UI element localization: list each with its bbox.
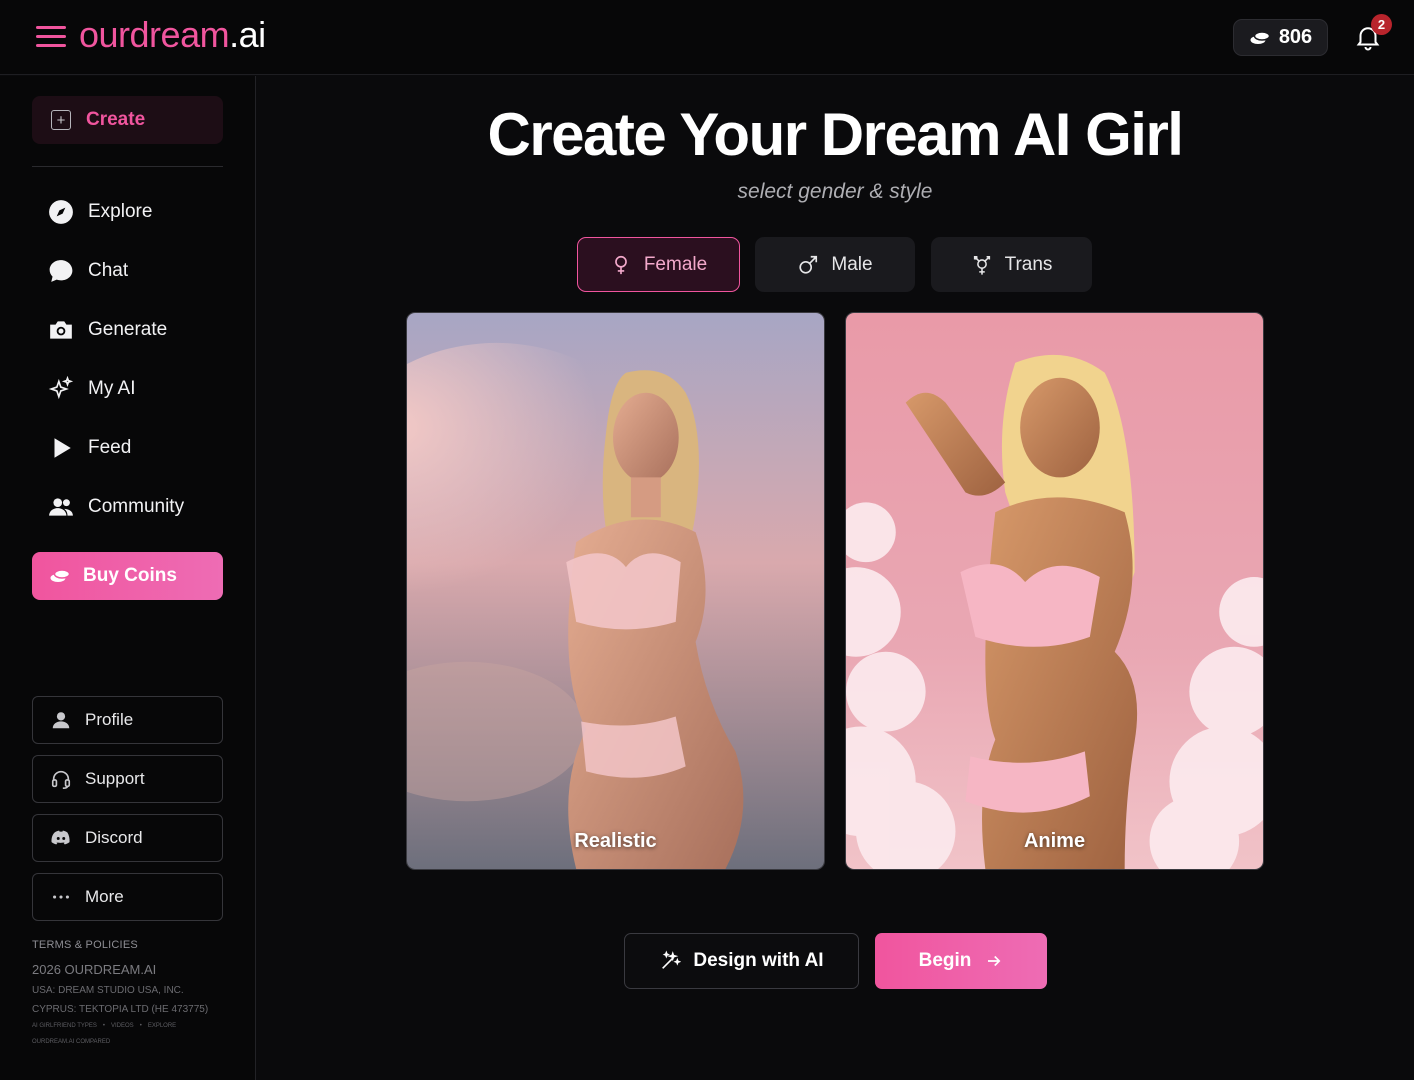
gender-option-male[interactable]: Male [755, 237, 915, 292]
support-label: Support [85, 769, 145, 788]
footer-links: AI GIRLFRIEND TYPES • VIDEOS • EXPLORE [32, 1023, 176, 1029]
usa-company-text: USA: DREAM STUDIO USA, INC. [32, 985, 184, 996]
arrow-right-icon [988, 955, 1001, 967]
compass-icon [49, 200, 73, 224]
sidebar-item-my-ai[interactable]: My AI [48, 373, 238, 405]
gender-option-trans[interactable]: Trans [931, 237, 1092, 292]
footer-link-videos[interactable]: VIDEOS [111, 1023, 134, 1029]
camera-icon [50, 321, 72, 339]
discord-label: Discord [85, 828, 143, 847]
profile-label: Profile [85, 710, 134, 729]
sidebar-item-chat[interactable]: Chat [48, 255, 238, 287]
coins-icon [1250, 30, 1271, 44]
sparkles-icon [48, 376, 74, 400]
sidebar-item-generate[interactable]: Generate [48, 314, 238, 346]
chat-bubble-icon [49, 260, 73, 282]
sidebar-item-label: Chat [88, 260, 129, 281]
style-card-realistic[interactable]: Realistic [406, 312, 825, 870]
terms-link[interactable]: TERMS & POLICIES [32, 939, 138, 951]
logo[interactable]: ourdream.ai [79, 14, 266, 56]
divider [32, 166, 223, 167]
footer-link-compared[interactable]: OURDREAM.AI COMPARED [32, 1039, 110, 1045]
sidebar-item-label: Explore [88, 201, 153, 222]
create-button[interactable]: + Create [32, 96, 223, 144]
play-icon [54, 438, 71, 458]
gender-label: Male [831, 253, 873, 275]
footer-separator: • [139, 1023, 142, 1029]
coin-balance-button[interactable]: 806 [1233, 19, 1328, 56]
user-icon [52, 712, 70, 729]
create-label: Create [86, 109, 146, 130]
hamburger-menu-icon[interactable] [36, 26, 66, 48]
sidebar-item-community[interactable]: Community [48, 491, 238, 523]
footer-link-explore[interactable]: EXPLORE [148, 1023, 176, 1029]
page-title: Create Your Dream AI Girl [487, 101, 1184, 168]
logo-suffix: .ai [229, 14, 266, 55]
more-link[interactable]: More [32, 873, 223, 921]
gender-label: Female [643, 253, 708, 275]
discord-icon [51, 830, 70, 845]
logo-text: ourdream [79, 14, 230, 55]
style-label: Anime [1023, 830, 1086, 852]
begin-button[interactable]: Begin [875, 933, 1047, 989]
style-card-anime[interactable]: Anime [845, 312, 1264, 870]
female-symbol-icon [614, 255, 627, 274]
discord-link[interactable]: Discord [32, 814, 223, 862]
sidebar-item-explore[interactable]: Explore [48, 196, 238, 228]
realistic-preview-image [407, 313, 824, 869]
support-link[interactable]: Support [32, 755, 223, 803]
design-with-ai-label: Design with AI [693, 950, 824, 971]
begin-label: Begin [918, 950, 972, 971]
male-symbol-icon [799, 255, 818, 274]
style-label: Realistic [574, 830, 657, 852]
sidebar-item-feed[interactable]: Feed [48, 432, 238, 464]
footer-link-girlfriend-types[interactable]: AI GIRLFRIEND TYPES [32, 1023, 97, 1029]
users-icon [49, 498, 73, 516]
gender-label: Trans [1004, 253, 1053, 275]
more-dots-icon [53, 895, 69, 899]
top-bar: ourdream.ai 806 2 [0, 0, 1414, 75]
plus-square-icon: + [51, 110, 71, 130]
transgender-symbol-icon [973, 255, 990, 275]
footer-separator: • [102, 1023, 106, 1029]
more-label: More [85, 887, 124, 906]
cyprus-company-text: CYPRUS: TEKTOPIA LTD (HE 473775) [32, 1004, 209, 1015]
sidebar: + Create Explore Chat Generate My AI Fee… [0, 76, 256, 1080]
sidebar-item-label: Community [88, 496, 185, 517]
coins-icon [50, 569, 71, 582]
buy-coins-button[interactable]: Buy Coins [32, 552, 223, 600]
anime-preview-image [846, 313, 1263, 869]
copyright-text: 2026 OURDREAM.AI [32, 962, 157, 977]
gender-option-female[interactable]: Female [577, 237, 740, 292]
profile-link[interactable]: Profile [32, 696, 223, 744]
sidebar-item-label: My AI [88, 378, 136, 399]
sidebar-item-label: Feed [88, 437, 132, 458]
page-subtitle: select gender & style [737, 180, 933, 203]
design-with-ai-button[interactable]: Design with AI [624, 933, 859, 989]
notification-badge: 2 [1371, 14, 1392, 35]
sidebar-item-label: Generate [88, 319, 168, 340]
buy-coins-label: Buy Coins [83, 565, 177, 586]
headset-icon [51, 770, 71, 789]
coin-count: 806 [1278, 26, 1313, 48]
magic-wand-icon [662, 950, 682, 969]
